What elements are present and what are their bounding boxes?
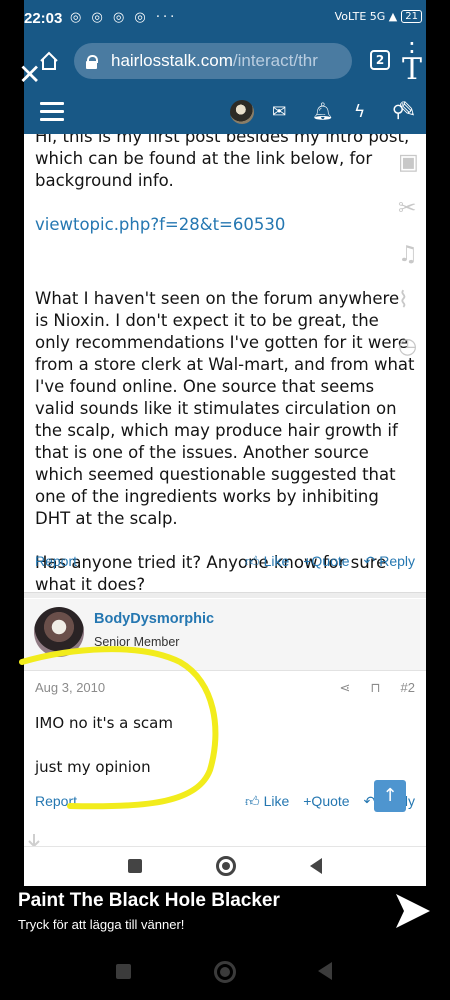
like-icon: 👍︎ — [245, 793, 260, 809]
post-2-line-1: IMO no it's a scam — [35, 714, 173, 732]
status-right: VoLTE 5G ▲ 21 — [335, 10, 422, 23]
post-2-date[interactable]: Aug 3, 2010 — [35, 680, 105, 695]
report-button[interactable]: Report — [35, 553, 77, 569]
inner-navigation-bar — [24, 846, 426, 886]
like-icon: 👍︎ — [245, 553, 260, 569]
phone-screen: 22:03 ◎ ◎ ◎ ◎ ··· VoLTE 5G ▲ 21 hairloss… — [0, 0, 450, 1000]
quote-button[interactable]: +Quote — [303, 553, 349, 570]
back-icon[interactable] — [310, 858, 322, 874]
reply-icon: ↶ — [363, 553, 376, 569]
tab-switcher-button[interactable]: 2 — [370, 50, 390, 70]
music-icon[interactable]: ♫ — [398, 242, 428, 288]
share-icon[interactable]: ⋖ — [339, 680, 350, 696]
system-home-icon[interactable] — [214, 961, 236, 983]
browser-toolbar: hairlosstalk.com /interact/thr 2 ⋮ — [24, 38, 426, 90]
status-bar: 22:03 ◎ ◎ ◎ ◎ ··· VoLTE 5G ▲ 21 — [24, 0, 426, 38]
system-navigation-bar — [0, 950, 450, 1000]
paperclip-icon[interactable]: ⌇ — [398, 288, 428, 334]
post-1-body: Hi, this is my first post besides my int… — [35, 134, 415, 618]
snap-side-tools: ✎ ▣ ✂ ♫ ⌇ ◷ — [398, 98, 428, 380]
like-button[interactable]: 👍︎ Like — [245, 793, 289, 810]
reply-label: Reply — [379, 553, 415, 569]
close-icon[interactable]: ✕ — [18, 58, 41, 91]
quote-button[interactable]: +Quote — [303, 793, 349, 810]
inbox-icon[interactable]: ✉ — [272, 102, 286, 122]
lock-icon — [86, 54, 98, 69]
system-recents-icon[interactable] — [116, 964, 131, 979]
pencil-icon[interactable]: ✎ — [398, 98, 428, 150]
thread-content: Hi, this is my first post besides my int… — [24, 134, 426, 846]
site-nav-bar: ✉ 🔔︎ ϟ ⚲ — [24, 90, 426, 134]
post-2-user-role: Senior Member — [94, 635, 180, 649]
post-2-body: IMO no it's a scam just my opinion — [35, 712, 173, 800]
system-back-icon[interactable] — [318, 962, 332, 980]
network-indicators: VoLTE 5G ▲ — [334, 10, 398, 23]
post-2-userbar: BodyDysmorphic Senior Member — [24, 599, 426, 671]
like-label: Like — [263, 793, 290, 809]
snap-caption-subtitle[interactable]: Tryck för att lägga till vänner! — [18, 917, 184, 932]
timer-icon[interactable]: ◷ — [398, 334, 428, 380]
text-tool-icon[interactable]: T — [402, 52, 422, 87]
notification-icons: ◎ ◎ ◎ ◎ ··· — [70, 10, 178, 25]
account-avatar[interactable] — [230, 100, 254, 124]
report-button[interactable]: Report — [35, 793, 77, 809]
post-2-number[interactable]: #2 — [401, 680, 415, 696]
sticker-icon[interactable]: ▣ — [398, 150, 428, 196]
hamburger-menu-icon[interactable] — [40, 102, 64, 122]
post-1-intro: Hi, this is my first post besides my int… — [35, 134, 410, 190]
reply-button[interactable]: ↶ Reply — [364, 553, 415, 570]
url-path: /interact/thr — [232, 51, 318, 70]
post-divider — [24, 592, 426, 598]
snap-caption-title[interactable]: Paint The Black Hole Blacker — [18, 890, 280, 912]
post-2-username[interactable]: BodyDysmorphic — [94, 611, 214, 627]
user-avatar[interactable] — [34, 607, 84, 657]
alerts-bell-icon[interactable]: 🔔︎ — [312, 102, 334, 122]
scroll-to-top-button[interactable]: ↑ — [374, 780, 406, 812]
home-button-icon[interactable] — [216, 856, 236, 876]
url-host: hairlosstalk.com — [111, 51, 233, 70]
status-time: 22:03 — [24, 10, 63, 27]
scissors-icon[interactable]: ✂ — [398, 196, 428, 242]
post-1-link[interactable]: viewtopic.php?f=28&t=60530 — [35, 214, 415, 236]
whats-new-bolt-icon[interactable]: ϟ — [354, 102, 365, 122]
like-label: Like — [263, 553, 290, 569]
post-1-actions: Report 👍︎ Like +Quote ↶ Reply — [35, 553, 415, 577]
post-1-paragraph-2: What I haven't seen on the forum anywher… — [35, 289, 415, 528]
like-button[interactable]: 👍︎ Like — [245, 553, 289, 570]
recents-icon[interactable] — [128, 859, 142, 873]
url-bar[interactable]: hairlosstalk.com /interact/thr — [74, 43, 352, 79]
bookmark-icon[interactable]: ⊓ — [370, 680, 380, 696]
battery-icon: 21 — [401, 10, 422, 23]
post-2-line-2: just my opinion — [35, 758, 151, 776]
post-2-actions: Report 👍︎ Like +Quote ↶ Reply — [35, 793, 415, 817]
send-arrow-icon[interactable] — [392, 890, 434, 932]
